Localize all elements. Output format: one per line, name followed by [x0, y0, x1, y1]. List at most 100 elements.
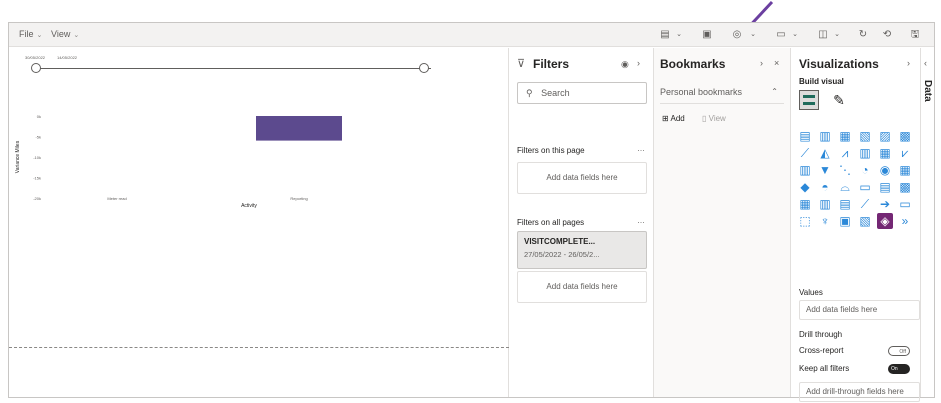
metrics-icon[interactable]: ▧ [857, 213, 873, 229]
ribbon-icon[interactable]: ⩗ [897, 145, 913, 161]
area-chart-icon[interactable]: ◭ [817, 145, 833, 161]
chevron-down-icon[interactable]: ⌄ [829, 27, 845, 43]
r-visual-icon[interactable]: ⟋ [857, 196, 873, 212]
search-placeholder: Search [541, 88, 570, 98]
view-icon: ▯ [702, 114, 707, 123]
format-visual-tab-icon[interactable]: ✎ [829, 90, 849, 110]
gauge-icon[interactable]: ⌓ [837, 179, 853, 195]
report-canvas[interactable]: 30/05/2022 14/05/2022 0k -5k -10k -15k -20k V… [9, 48, 509, 397]
stacked-bar-icon[interactable]: ▤ [797, 128, 813, 144]
add-data-fields-all[interactable]: Add data fields here [517, 271, 647, 303]
key-influencers-icon[interactable]: ➔ [877, 196, 893, 212]
reset-icon[interactable]: ⟲ [879, 27, 895, 43]
drill-through-label: Drill through [799, 330, 843, 339]
values-drop-zone[interactable]: Add data fields here [799, 300, 920, 320]
add-bookmark-icon: ⊞ [662, 114, 669, 123]
x-tick-label: Meter read [107, 196, 126, 201]
cross-report-label: Cross-report [799, 346, 844, 355]
chevron-down-icon[interactable]: ⌄ [671, 27, 687, 43]
close-icon[interactable]: × [774, 58, 779, 68]
multi-row-card-icon[interactable]: ▤ [877, 179, 893, 195]
waterfall-icon[interactable]: ▥ [797, 162, 813, 178]
narrative-icon[interactable]: ▭ [897, 196, 913, 212]
save-icon[interactable]: 🖫 [907, 27, 923, 43]
y-tick-label: -15k [33, 176, 41, 181]
clustered-column-icon[interactable]: ▧ [857, 128, 873, 144]
bookmarks-pane: Bookmarks › × Personal bookmarks ⌃ ⊞ Add… [654, 48, 791, 397]
collapse-icon[interactable]: › [760, 58, 763, 68]
scatter-icon[interactable]: ⋱ [837, 162, 853, 178]
more-visuals-icon[interactable]: » [897, 213, 913, 229]
table-icon[interactable]: ▥ [817, 196, 833, 212]
kpi-icon[interactable]: ▩ [897, 179, 913, 195]
smart-narrative-icon[interactable]: ▣ [837, 213, 853, 229]
more-icon[interactable]: … [637, 216, 645, 225]
q-and-a-icon[interactable]: ♆ [817, 213, 833, 229]
file-menu[interactable]: File ⌄ [19, 29, 42, 39]
add-bookmark-button[interactable]: ⊞ Add [662, 114, 685, 123]
y-tick-label: -20k [33, 196, 41, 201]
personal-bookmarks-dropdown[interactable]: Personal bookmarks ⌃ [660, 82, 784, 104]
filters-on-all-pages-label: Filters on all pages [517, 218, 585, 227]
chevron-down-icon: ⌄ [73, 32, 80, 39]
view-bookmark-button: ▯ View [702, 114, 726, 123]
data-pane-tab[interactable]: ‹ Data [920, 48, 934, 397]
matrix-icon[interactable]: ▤ [837, 196, 853, 212]
date-slider-end-handle[interactable] [419, 63, 429, 73]
keep-all-filters-label: Keep all filters [799, 364, 850, 373]
line-stacked-icon[interactable]: ▦ [877, 145, 893, 161]
build-visual-label: Build visual [799, 77, 844, 86]
page-divider [9, 347, 509, 348]
pie-icon[interactable]: ◔ [857, 162, 873, 178]
filters-search[interactable]: ⚲ Search [517, 82, 647, 104]
filter-icon: ⊽ [517, 58, 526, 70]
page-icon[interactable]: ▣ [699, 27, 715, 43]
expand-icon[interactable]: ‹ [924, 58, 927, 68]
build-visual-tab-icon[interactable] [799, 90, 819, 110]
collapse-icon[interactable]: › [637, 58, 640, 68]
clustered-bar-icon[interactable]: ▦ [837, 128, 853, 144]
search-icon: ⚲ [526, 88, 533, 98]
funnel-icon[interactable]: ▼ [817, 162, 833, 178]
paginated-icon[interactable]: ⬚ [797, 213, 813, 229]
data-tab-label: Data [922, 80, 933, 102]
cross-report-toggle[interactable]: Off [888, 346, 910, 356]
bar-reporting [256, 116, 342, 141]
filled-map-icon[interactable]: ◓ [817, 179, 833, 195]
100-column-icon[interactable]: ▩ [897, 128, 913, 144]
card-icon[interactable]: ▭ [857, 179, 873, 195]
stacked-column-icon[interactable]: ▥ [817, 128, 833, 144]
filter-card-range: 27/05/2022 - 26/05/2... [524, 250, 600, 259]
treemap-icon[interactable]: ▦ [897, 162, 913, 178]
collapse-icon[interactable]: › [907, 58, 910, 68]
keep-all-filters-toggle[interactable]: On [888, 364, 910, 374]
top-toolbar: File ⌄ View ⌄ ▤ ⌄ ▣ ◎ ⌄ ▭ ⌄ ◫ ⌄ ↻ ⟲ 🖫 [9, 23, 934, 47]
filter-card-visitcomplete[interactable]: VISITCOMPLETE... 27/05/2022 - 26/05/2... [517, 231, 647, 269]
chevron-down-icon: ⌄ [36, 32, 43, 39]
bookmark-toggle-icon[interactable]: ◎ [729, 27, 745, 43]
x-axis-label: Activity [241, 203, 257, 209]
filter-card-name: VISITCOMPLETE... [524, 237, 596, 246]
bar-chart[interactable]: 0k -5k -10k -15k -20k Variance Miles Meter rea… [9, 108, 429, 218]
drill-through-drop-zone[interactable]: Add drill-through fields here [799, 382, 920, 402]
map-icon[interactable]: ◆ [797, 179, 813, 195]
visualizations-pane: Visualizations › Build visual ✎ ▤ ▥ ▦ ▧ ▨ ▩ ⟋ ◭… [791, 48, 920, 402]
date-slider-start-handle[interactable] [31, 63, 41, 73]
app-window: File ⌄ View ⌄ ▤ ⌄ ▣ ◎ ⌄ ▭ ⌄ ◫ ⌄ ↻ ⟲ 🖫 30/0… [8, 22, 935, 402]
view-menu[interactable]: View ⌄ [51, 29, 79, 39]
stacked-area-icon[interactable]: ⩘ [837, 145, 853, 161]
more-icon[interactable]: … [637, 144, 645, 153]
chevron-down-icon[interactable]: ⌄ [745, 27, 761, 43]
eye-icon[interactable]: ◉ [621, 59, 629, 70]
line-column-icon[interactable]: ▥ [857, 145, 873, 161]
donut-icon[interactable]: ◉ [877, 162, 893, 178]
power-apps-icon[interactable]: ◈ [877, 213, 893, 229]
line-chart-icon[interactable]: ⟋ [797, 145, 813, 161]
100-bar-icon[interactable]: ▨ [877, 128, 893, 144]
visualizations-title: Visualizations [799, 57, 879, 71]
chevron-down-icon[interactable]: ⌄ [787, 27, 803, 43]
slicer-icon[interactable]: ▦ [797, 196, 813, 212]
refresh-icon[interactable]: ↻ [855, 27, 871, 43]
date-slider-track[interactable] [37, 68, 431, 69]
add-data-fields-page[interactable]: Add data fields here [517, 162, 647, 194]
